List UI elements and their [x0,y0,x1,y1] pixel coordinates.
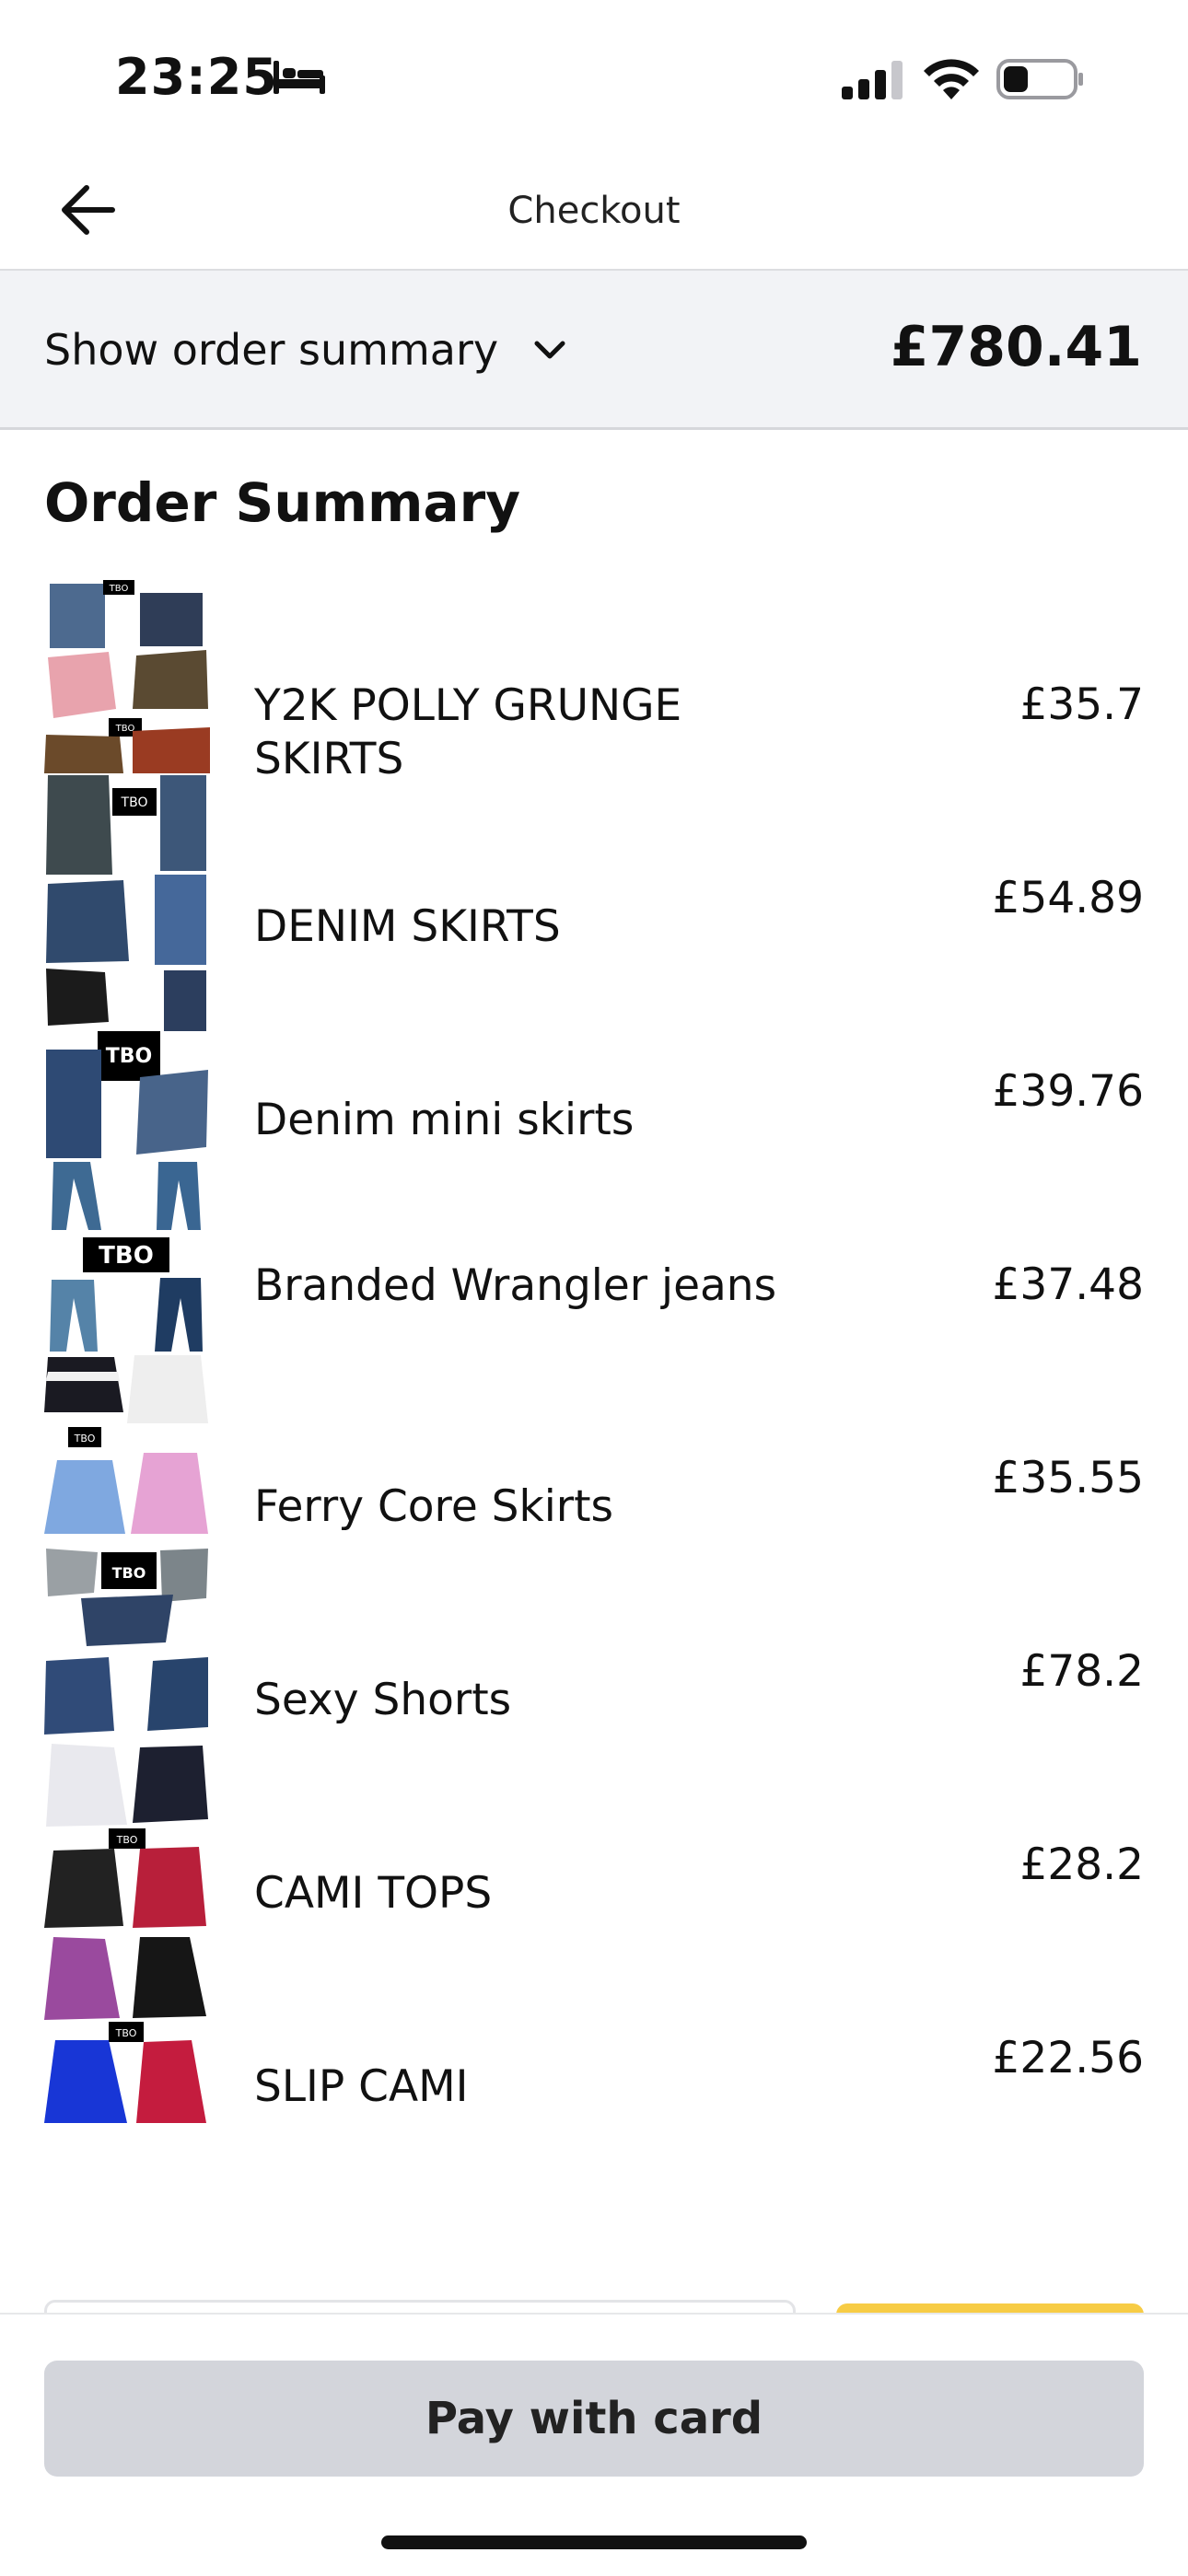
page-title: Checkout [507,190,681,232]
brand-badge: TBO [115,724,135,734]
item-name: DENIM SKIRTS [254,901,561,952]
list-item: TBO TBO Y2K POLLY GRUNGE SKIRTS £35.7 [44,580,1144,784]
product-thumbnail: TBO [44,1549,208,1735]
list-item: TBO Branded Wrangler jeans £37.48 [44,1160,1144,1353]
order-summary-heading: Order Summary [44,471,521,534]
list-item: TBO Ferry Core Skirts £35.55 [44,1353,1144,1547]
home-indicator [381,2535,807,2549]
show-order-summary-toggle[interactable]: Show order summary [44,322,568,377]
order-total: £780.41 [890,315,1142,379]
navigation-bar: Checkout [0,157,1188,271]
sleep-focus-icon [274,61,325,94]
list-item: TBO Denim mini skirts £39.76 [44,967,1144,1160]
item-name: Ferry Core Skirts [254,1481,614,1532]
status-time: 23:25 [115,48,278,106]
item-price: £28.2 [1019,1839,1144,1890]
item-name: Sexy Shorts [254,1675,512,1725]
order-items-list: TBO TBO Y2K POLLY GRUNGE SKIRTS £35.7 TB… [44,580,1144,2127]
item-name: Denim mini skirts [254,1095,635,1145]
item-price: £35.7 [1019,679,1144,730]
list-item: TBO CAMI TOPS £28.2 [44,1740,1144,1933]
item-price: £35.55 [992,1453,1144,1503]
brand-badge: TBO [116,1834,138,1846]
brand-badge: TBO [112,1564,146,1582]
product-thumbnail: TBO [46,775,206,965]
item-price: £78.2 [1019,1646,1144,1697]
product-thumbnail: TBO [50,1162,203,1352]
brand-badge: TBO [115,2027,137,2039]
product-thumbnail: TBO TBO [44,580,210,773]
product-thumbnail: TBO [44,1937,206,2123]
order-summary-bar: Show order summary £780.41 [0,271,1188,430]
item-price: £37.48 [992,1259,1144,1310]
item-name: CAMI TOPS [254,1868,493,1919]
item-price: £39.76 [992,1066,1144,1117]
item-name: SLIP CAMI [254,2061,469,2112]
item-name: Y2K POLLY GRUNGE SKIRTS [254,680,682,784]
list-item: TBO SLIP CAMI £22.56 [44,1933,1144,2127]
status-bar: 23:25 [0,0,1188,157]
list-item: TBO DENIM SKIRTS £54.89 [44,773,1144,967]
brand-badge: TBO [99,1242,154,1270]
brand-badge: TBO [109,584,129,594]
pay-with-card-button[interactable]: Pay with card [44,2361,1144,2477]
product-thumbnail: TBO [44,1355,208,1534]
cellular-signal-icon [842,61,903,99]
product-thumbnail: TBO [44,1744,208,1928]
item-price: £22.56 [992,2033,1144,2083]
list-item: TBO Sexy Shorts £78.2 [44,1547,1144,1740]
wifi-icon [924,59,979,99]
order-summary-toggle-label: Show order summary [44,325,499,375]
brand-badge: TBO [106,1045,152,1068]
product-thumbnail: TBO [46,969,208,1158]
item-name: Branded Wrangler jeans [254,1260,777,1311]
battery-icon [996,59,1083,99]
chevron-down-icon [534,341,565,359]
brand-badge: TBO [121,795,148,810]
item-price: £54.89 [992,873,1144,923]
brand-badge: TBO [74,1433,96,1445]
